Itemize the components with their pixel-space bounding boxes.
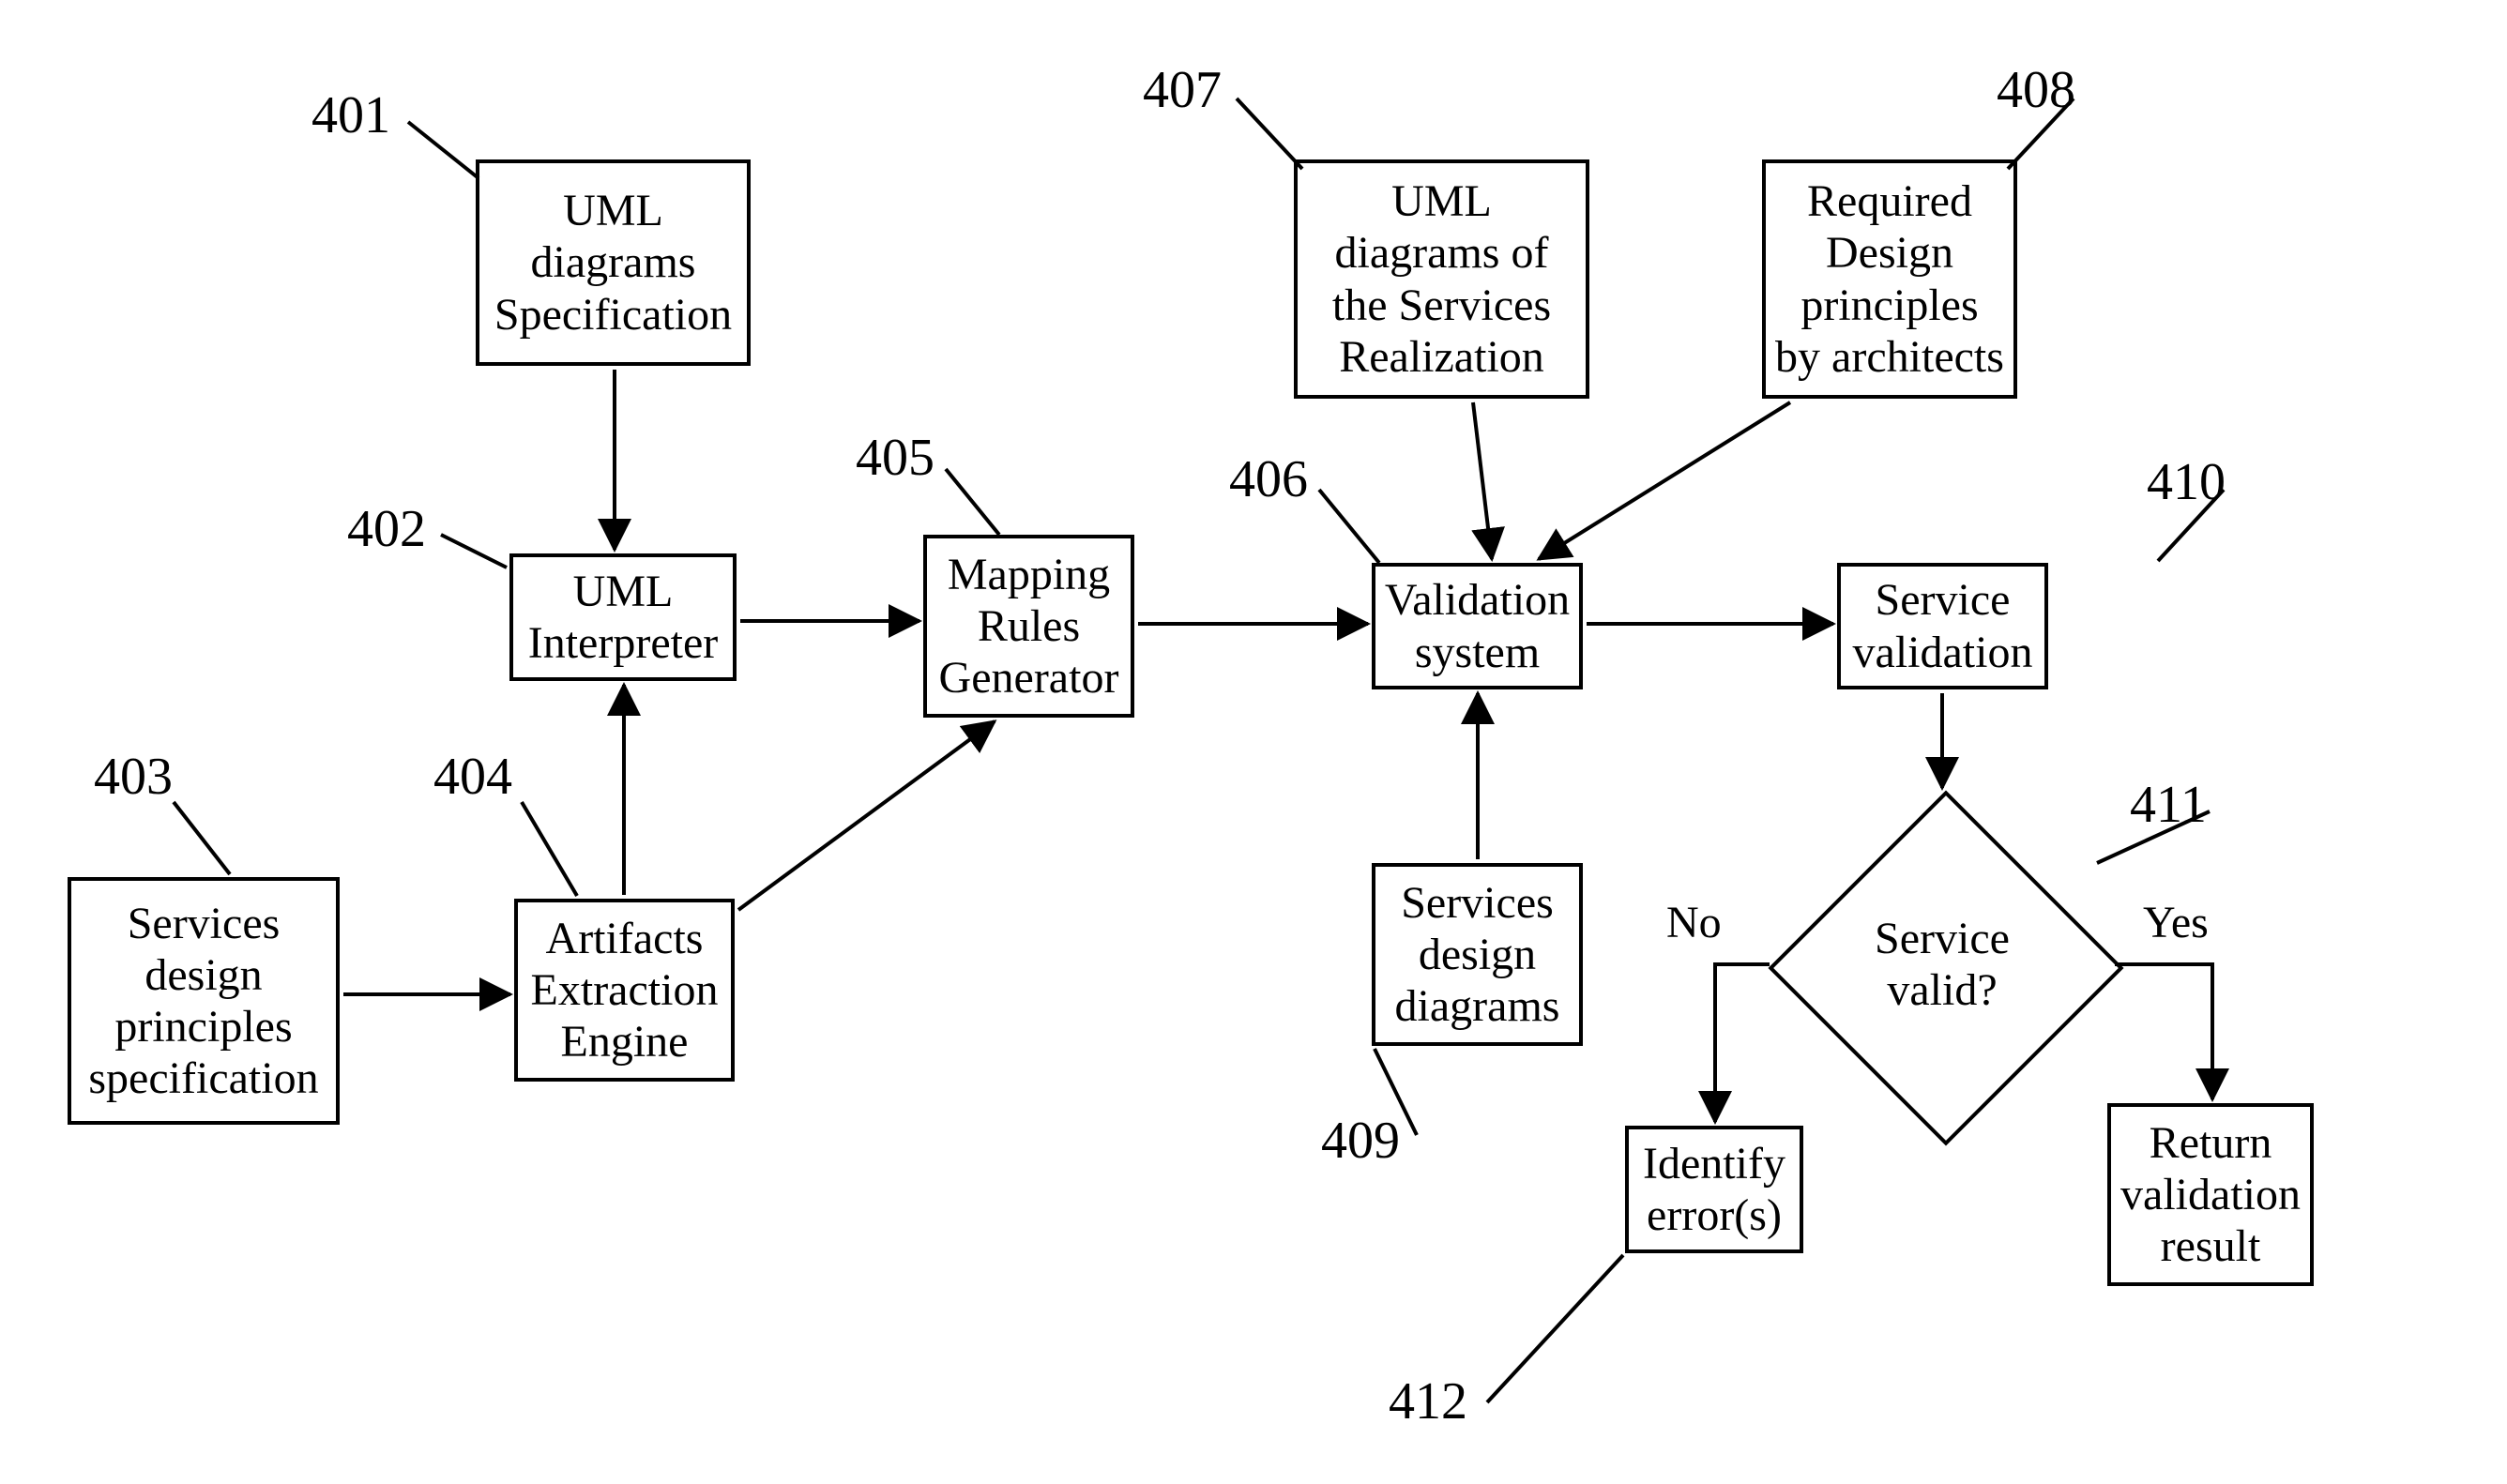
node-required-design-principles: Required Design principles by architects bbox=[1762, 159, 2017, 399]
ref-405: 405 bbox=[856, 432, 934, 484]
node-services-design-principles-spec: Services design principles specification bbox=[68, 877, 340, 1125]
ref-411: 411 bbox=[2130, 779, 2207, 831]
ref-408: 408 bbox=[1997, 64, 2075, 116]
ref-412: 412 bbox=[1389, 1375, 1467, 1428]
ref-406: 406 bbox=[1229, 453, 1308, 506]
ref-402: 402 bbox=[347, 503, 426, 555]
ref-401: 401 bbox=[311, 89, 390, 142]
node-return-validation-result: Return validation result bbox=[2107, 1103, 2314, 1286]
edge-404-to-405 bbox=[738, 721, 995, 910]
ref-407: 407 bbox=[1143, 64, 1222, 116]
node-uml-diagrams-spec: UML diagrams Specification bbox=[476, 159, 751, 366]
edge-407-to-406 bbox=[1473, 402, 1492, 559]
node-uml-diagrams-services-realization: UML diagrams of the Services Realization bbox=[1294, 159, 1589, 399]
ref-410: 410 bbox=[2147, 456, 2226, 508]
node-validation-system: Validation system bbox=[1372, 563, 1583, 689]
ref-404: 404 bbox=[433, 750, 512, 803]
node-services-design-diagrams: Services design diagrams bbox=[1372, 863, 1583, 1046]
node-mapping-rules-generator: Mapping Rules Generator bbox=[923, 535, 1134, 718]
edge-408-to-406 bbox=[1539, 402, 1790, 559]
flowchart-canvas: 401 402 403 404 405 406 407 408 409 410 … bbox=[0, 0, 2507, 1484]
edge-411-no-to-412 bbox=[1715, 964, 1770, 1122]
node-identify-errors: Identify error(s) bbox=[1625, 1126, 1803, 1253]
decision-yes-label: Yes bbox=[2143, 901, 2209, 946]
decision-no-label: No bbox=[1666, 901, 1722, 946]
node-uml-interpreter: UML Interpreter bbox=[509, 553, 737, 681]
ref-403: 403 bbox=[94, 750, 173, 803]
node-service-validation: Service validation bbox=[1837, 563, 2048, 689]
node-artifacts-extraction-engine: Artifacts Extraction Engine bbox=[514, 899, 735, 1082]
edge-411-yes-to-413 bbox=[2115, 964, 2212, 1099]
ref-409: 409 bbox=[1321, 1114, 1400, 1167]
